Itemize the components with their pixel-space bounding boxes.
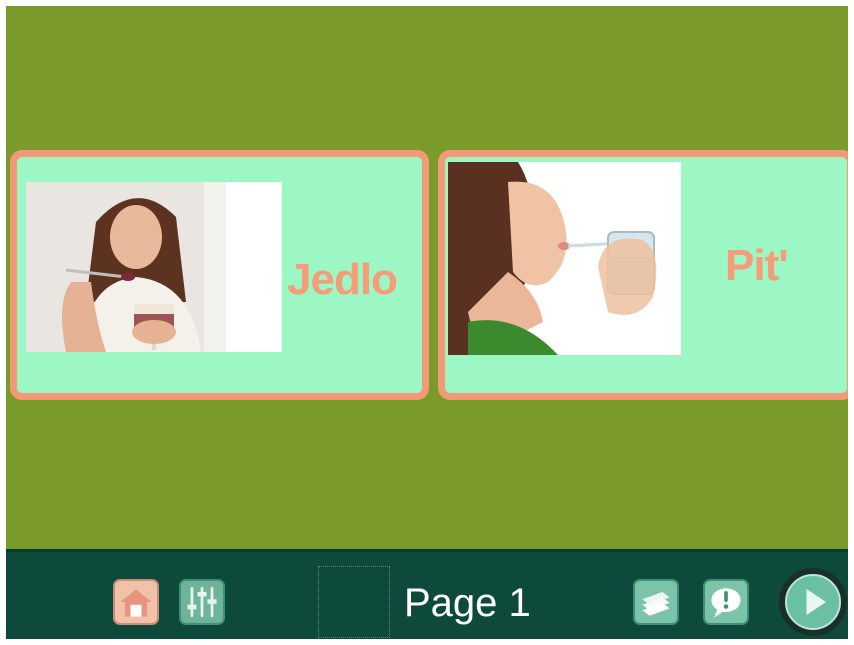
card-label: Jedlo bbox=[287, 255, 398, 304]
settings-button[interactable] bbox=[179, 579, 225, 625]
page-thumbnail[interactable] bbox=[318, 566, 390, 638]
speech-button[interactable] bbox=[703, 579, 749, 625]
home-icon bbox=[120, 589, 152, 617]
page-label: Page 1 bbox=[404, 581, 531, 625]
home-button[interactable] bbox=[113, 579, 159, 625]
card-jedlo[interactable]: Jedlo bbox=[10, 150, 429, 400]
board: Jedlo Pit' Page 1 bbox=[6, 6, 848, 639]
cards-stack-icon bbox=[642, 591, 670, 616]
sliders-icon bbox=[187, 586, 217, 618]
speech-bubble-icon bbox=[711, 588, 741, 618]
play-icon bbox=[806, 589, 826, 615]
card-pit[interactable]: Pit' bbox=[438, 150, 848, 400]
bottom-toolbar: Page 1 bbox=[6, 549, 848, 639]
card-label: Pit' bbox=[725, 241, 789, 290]
woman-eating-photo bbox=[26, 182, 282, 352]
cards-button[interactable] bbox=[633, 579, 679, 625]
woman-drinking-photo bbox=[448, 162, 681, 355]
play-button[interactable] bbox=[779, 568, 847, 636]
